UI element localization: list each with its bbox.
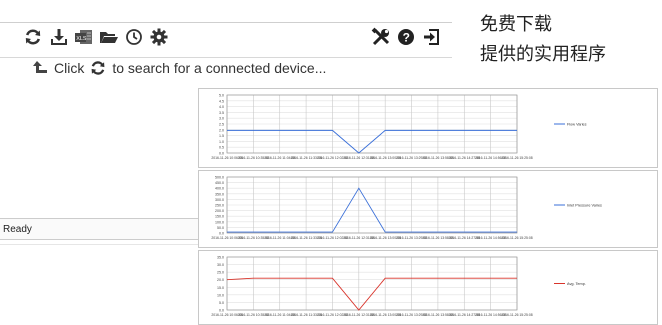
y-tick-label: 2.5 [219, 123, 224, 127]
y-tick-label: 250.0 [215, 204, 224, 208]
y-tick-label: 0.0 [219, 232, 224, 236]
y-tick-label: 2.0 [219, 128, 224, 132]
hint-suffix: to search for a connected device... [112, 60, 327, 76]
legend-label: Inlet Pressure Varies [567, 203, 602, 207]
refresh-inline-icon[interactable] [90, 60, 106, 76]
status-bar: Ready [0, 218, 210, 240]
svg-text:?: ? [403, 31, 410, 45]
promo-line-2: 提供的实用程序 [480, 44, 606, 65]
x-tick-label: 2016-11-26 15:25:08 [501, 236, 532, 240]
y-tick-label: 500.0 [215, 176, 224, 180]
search-hint: Click to search for a connected device..… [32, 60, 326, 76]
svg-text:XLS: XLS [76, 36, 87, 42]
plot-frame [226, 256, 518, 311]
download-icon[interactable] [48, 26, 70, 48]
chart-panel-1: 0.0 0.5 1.0 1.5 2.0 2.5 3.0 3.5 4.0 4.5 5.0 2016-11… [198, 88, 658, 168]
series-line [226, 277, 517, 311]
y-tick-label: 50.0 [217, 226, 224, 230]
settings-gear-icon[interactable] [148, 26, 170, 48]
status-text: Ready [3, 224, 32, 235]
toolbar: XLS ? [0, 22, 452, 58]
y-tick-label: 200.0 [215, 209, 224, 213]
flow-chart: 0.0 0.5 1.0 1.5 2.02.5 3.0 3.5 4.0 4.55.0 2016-11… [211, 94, 587, 161]
corner-up-arrow-icon [33, 61, 47, 73]
y-tick-label: 5.0 [219, 301, 224, 305]
refresh-icon[interactable] [22, 26, 44, 48]
tools-icon[interactable] [370, 26, 392, 48]
y-tick-label: 350.0 [215, 192, 224, 196]
y-tick-label: 30.0 [217, 263, 224, 267]
y-tick-label: 1.0 [219, 140, 224, 144]
y-tick-label: 0.0 [219, 152, 224, 156]
y-tick-label: 0.0 [219, 309, 224, 313]
y-tick-label: 450.0 [215, 181, 224, 185]
y-tick-label: 400.0 [215, 187, 224, 191]
series-line [227, 187, 517, 233]
hint-prefix: Click [54, 60, 85, 76]
y-tick-label: 4.5 [219, 99, 224, 103]
temperature-chart: 0.0 5.0 10.0 15.0 20.0 25.0 30.0 35.0 2016-11-26… [211, 256, 586, 318]
x-tick-label: 2016-11-26 15:25:08 [501, 156, 532, 160]
y-tick-label: 300.0 [215, 198, 224, 202]
y-tick-label: 100.0 [215, 220, 224, 224]
y-tick-label: 3.0 [219, 117, 224, 121]
status-divider [0, 240, 210, 245]
y-tick-label: 1.5 [219, 134, 224, 138]
help-icon[interactable]: ? [395, 26, 417, 48]
pressure-chart: 0.0 50.0 100.0150.0 200.0250.0 300.0 350.0400… [211, 176, 602, 241]
legend-label: Flow Varies [567, 122, 587, 126]
promo-text: 免费下载 提供的实用程序 [480, 10, 606, 70]
exit-icon[interactable] [420, 26, 442, 48]
chart-panel-3: 0.0 5.0 10.0 15.0 20.0 25.0 30.0 35.0 2016-11-26… [198, 250, 658, 325]
x-tick-label: 2016-11-26 15:25:08 [501, 313, 532, 317]
promo-line-1: 免费下载 [480, 14, 552, 35]
open-folder-icon[interactable] [98, 26, 120, 48]
y-tick-label: 150.0 [215, 215, 224, 219]
y-tick-label: 3.5 [219, 111, 224, 115]
y-tick-label: 15.0 [217, 286, 224, 290]
clock-icon[interactable] [123, 26, 145, 48]
legend-label: Avg. Temp. [567, 282, 586, 286]
y-tick-label: 0.5 [219, 146, 224, 150]
chart-stack: 0.0 0.5 1.0 1.5 2.0 2.5 3.0 3.5 4.0 4.5 5.0 2016-11… [198, 88, 658, 325]
y-tick-label: 5.0 [219, 94, 224, 98]
y-tick-label: 10.0 [217, 293, 224, 297]
xls-export-icon[interactable]: XLS [73, 26, 95, 48]
y-tick-label: 20.0 [217, 278, 224, 282]
y-tick-label: 25.0 [217, 271, 224, 275]
y-tick-label: 35.0 [217, 256, 224, 260]
y-tick-label: 4.0 [219, 105, 224, 109]
chart-panel-2: 0.0 50.0 100.0 150.0 200.0 250.0 300.0 350.0 400… [198, 170, 658, 248]
